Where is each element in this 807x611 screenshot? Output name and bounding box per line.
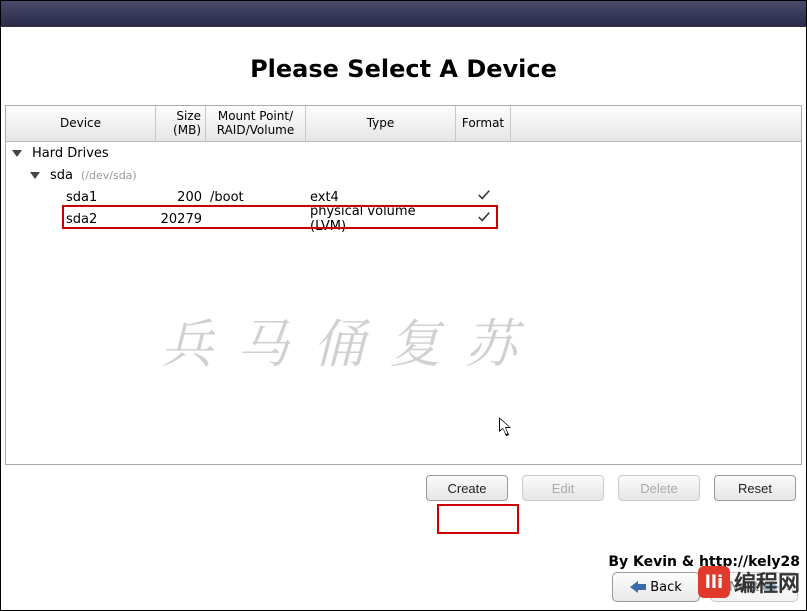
next-button[interactable]: Next — [710, 572, 798, 602]
expand-icon[interactable] — [28, 168, 42, 182]
delete-button: Delete — [618, 475, 700, 501]
credit-text: By Kevin & http://kely28 — [608, 554, 800, 570]
table-header: Device Size (MB) Mount Point/ RAID/Volum… — [6, 106, 801, 142]
partition-row[interactable]: sda2 20279 physical volume (LVM) — [6, 208, 801, 230]
page-title: Please Select A Device — [5, 27, 802, 105]
hard-drives-label: Hard Drives — [28, 146, 113, 161]
col-mount[interactable]: Mount Point/ RAID/Volume — [206, 106, 306, 141]
tree-hard-drives[interactable]: Hard Drives — [6, 142, 801, 164]
part-size: 200 — [156, 190, 206, 205]
disk-path: (/dev/sda) — [81, 169, 137, 182]
expand-icon[interactable] — [10, 146, 24, 160]
checkmark-icon — [456, 210, 511, 228]
tree-disk[interactable]: sda (/dev/sda) — [6, 164, 801, 186]
back-button[interactable]: Back — [612, 572, 700, 602]
reset-button[interactable]: Reset — [714, 475, 796, 501]
table-body: Hard Drives sda (/dev/sda) sda1 200 /boo… — [6, 142, 801, 230]
edit-button: Edit — [522, 475, 604, 501]
col-size[interactable]: Size (MB) — [156, 106, 206, 141]
part-name: sda1 — [62, 190, 156, 205]
back-label: Back — [650, 580, 682, 595]
part-type: physical volume (LVM) — [306, 204, 456, 234]
col-type[interactable]: Type — [306, 106, 456, 141]
nav-bar: Back Next — [612, 572, 798, 602]
col-device[interactable]: Device — [6, 106, 156, 141]
window-titlebar — [1, 1, 806, 27]
part-type: ext4 — [306, 190, 456, 205]
client-area: Please Select A Device Device Size (MB) … — [1, 27, 806, 610]
disk-name: sda — [46, 168, 77, 183]
col-format[interactable]: Format — [456, 106, 511, 141]
arrow-left-icon — [630, 581, 646, 593]
create-button[interactable]: Create — [426, 475, 508, 501]
next-label: Next — [729, 580, 759, 595]
part-size: 20279 — [156, 212, 206, 227]
action-bar: Create Edit Delete Reset — [5, 465, 802, 501]
checkmark-icon — [456, 188, 511, 206]
part-mount: /boot — [206, 190, 306, 205]
device-table: Device Size (MB) Mount Point/ RAID/Volum… — [5, 105, 802, 465]
part-name: sda2 — [62, 212, 156, 227]
arrow-right-icon — [763, 581, 779, 593]
